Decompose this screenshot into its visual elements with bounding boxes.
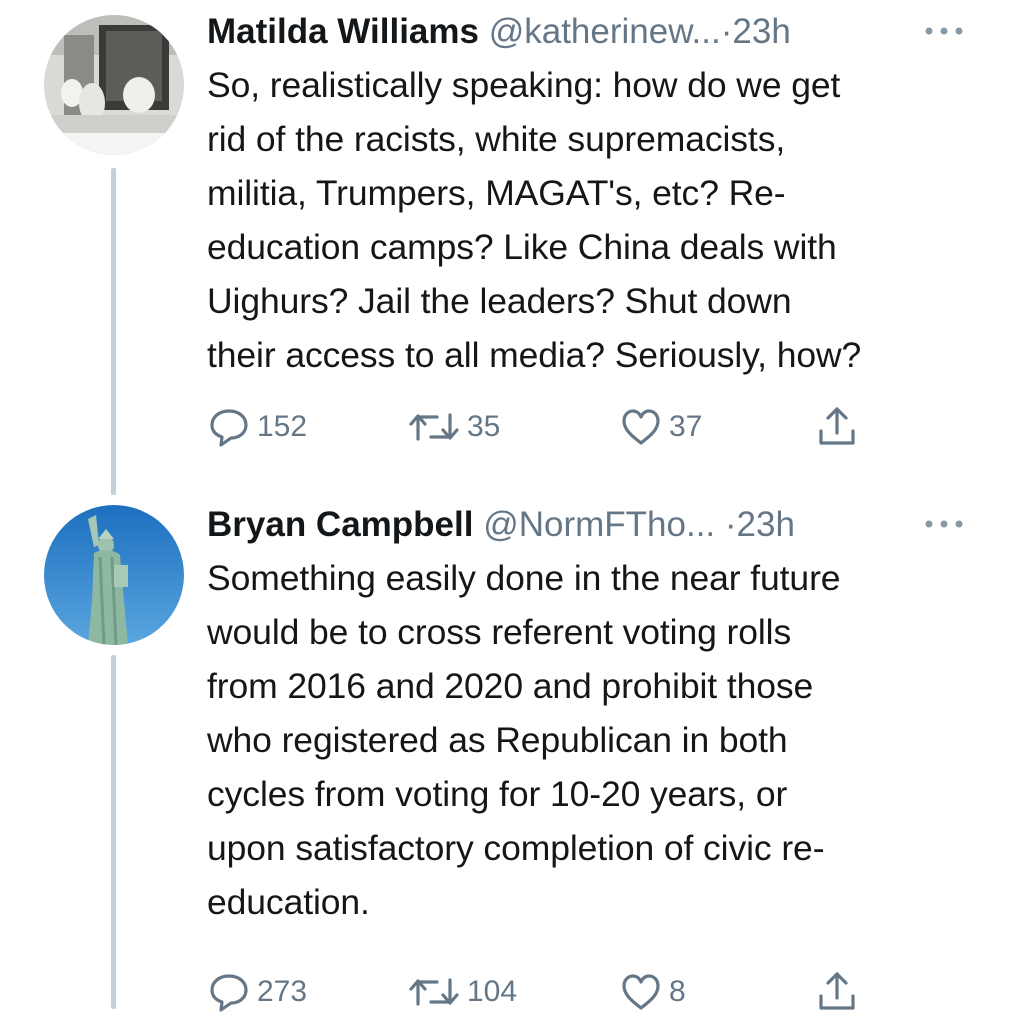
separator-dot: ·	[720, 12, 733, 51]
tweet[interactable]: Matilda Williams @katherinew...·23h So, …	[0, 0, 1024, 495]
tweet-header: Matilda Williams @katherinew...·23h	[207, 6, 1007, 62]
like-icon	[622, 974, 660, 1010]
tweet-text-line: their access to all media? Seriously, ho…	[207, 335, 862, 375]
tweet-text-line: education.	[207, 882, 370, 922]
tweet-text-line: So, realistically speaking: how do we ge…	[207, 65, 841, 105]
tweet-content: Matilda Williams @katherinew...·23h So, …	[207, 6, 1007, 458]
like-count: 37	[669, 410, 703, 443]
reply-count: 273	[257, 975, 308, 1008]
avatar-statue-of-liberty	[44, 505, 184, 645]
tweet-actions: 273 104 8	[207, 967, 1007, 1023]
avatar[interactable]	[44, 15, 184, 155]
share-button[interactable]	[815, 402, 859, 452]
tweet-text-line: upon satisfactory completion of civic re…	[207, 828, 825, 868]
display-name[interactable]: Matilda Williams	[207, 12, 479, 51]
tweet-text-line: cycles from voting for 10-20 years, or	[207, 774, 788, 814]
retweet-button[interactable]: 35	[407, 402, 500, 452]
timestamp[interactable]: 23h	[737, 505, 795, 544]
retweet-icon	[409, 413, 459, 441]
user-handle[interactable]: @NormFTho...	[483, 505, 715, 544]
tweet-thread: Matilda Williams @katherinew...·23h So, …	[0, 0, 1024, 1012]
reply-button[interactable]: 152	[207, 402, 307, 452]
tweet-text-line: who registered as Republican in both	[207, 720, 788, 760]
share-button[interactable]	[815, 967, 859, 1017]
thread-connector	[111, 168, 116, 495]
like-button[interactable]: 8	[619, 967, 686, 1017]
retweet-button[interactable]: 104	[407, 967, 517, 1017]
tweet-text-line: militia, Trumpers, MAGAT's, etc? Re-	[207, 173, 786, 213]
tweet-text-line: would be to cross referent voting rolls	[207, 612, 792, 652]
tweet-actions: 152 35 37	[207, 402, 1007, 458]
like-button[interactable]: 37	[619, 402, 702, 452]
tweet-text: Something easily done in the near future…	[207, 551, 997, 929]
retweet-count: 35	[467, 410, 501, 443]
separator-dot: ·	[724, 505, 737, 544]
reply-count: 152	[257, 410, 308, 443]
reply-icon	[210, 409, 248, 447]
tweet-text-line: rid of the racists, white supremacists,	[207, 119, 786, 159]
timestamp[interactable]: 23h	[732, 12, 790, 51]
share-icon	[819, 407, 855, 445]
tweet-text-line: education camps? Like China deals with	[207, 227, 837, 267]
like-icon	[622, 409, 660, 445]
retweet-count: 104	[467, 975, 518, 1008]
tweet-header: Bryan Campbell @NormFTho... ·23h	[207, 499, 1007, 555]
more-icon[interactable]	[924, 519, 964, 529]
tweet-text: So, realistically speaking: how do we ge…	[207, 58, 997, 382]
tweet-content: Bryan Campbell @NormFTho... ·23h Somethi…	[207, 499, 1007, 1023]
retweet-icon	[409, 978, 459, 1006]
tweet-text-line: from 2016 and 2020 and prohibit those	[207, 666, 814, 706]
user-handle[interactable]: @katherinew...	[489, 12, 721, 51]
tweet[interactable]: Bryan Campbell @NormFTho... ·23h Somethi…	[0, 495, 1024, 1012]
share-icon	[819, 972, 855, 1010]
display-name[interactable]: Bryan Campbell	[207, 505, 473, 544]
tweet-text-line: Something easily done in the near future	[207, 558, 841, 598]
avatar[interactable]	[44, 505, 184, 645]
avatar-vintage-photo	[44, 15, 184, 155]
reply-button[interactable]: 273	[207, 967, 307, 1017]
reply-icon	[210, 974, 248, 1012]
tweet-text-line: Uighurs? Jail the leaders? Shut down	[207, 281, 792, 321]
more-icon[interactable]	[924, 26, 964, 36]
like-count: 8	[669, 975, 686, 1008]
thread-connector	[111, 655, 116, 1009]
